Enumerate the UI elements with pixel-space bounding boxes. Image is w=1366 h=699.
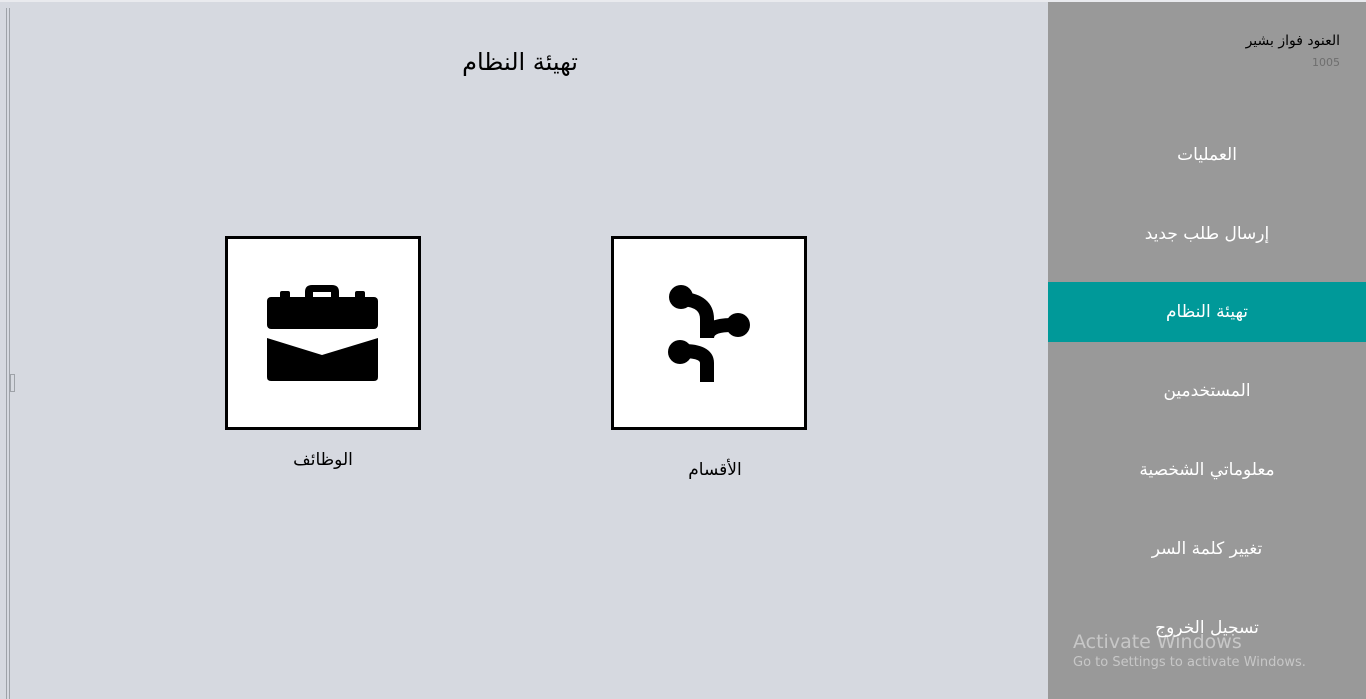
jobs-tile[interactable]	[225, 236, 421, 430]
sidebar-item-logout[interactable]: تسجيل الخروج	[1048, 598, 1366, 658]
departments-icon	[668, 285, 750, 382]
page-title: تهيئة النظام	[462, 48, 578, 76]
user-name: العنود فواز بشير	[1245, 33, 1340, 49]
sidebar-item-change-password[interactable]: تغيير كلمة السر	[1048, 519, 1366, 579]
departments-tile[interactable]	[611, 236, 807, 430]
sidebar: العنود فواز بشير 1005 العمليات إرسال طلب…	[1048, 2, 1366, 699]
sidebar-item-system-setup[interactable]: تهيئة النظام	[1048, 282, 1366, 342]
sidebar-item-new-request[interactable]: إرسال طلب جديد	[1048, 204, 1366, 264]
sidebar-item-users[interactable]: المستخدمين	[1048, 361, 1366, 421]
user-id: 1005	[1312, 56, 1340, 69]
splitter-grip[interactable]	[10, 374, 15, 392]
left-splitter[interactable]	[6, 8, 10, 699]
briefcase-icon	[267, 285, 378, 381]
sidebar-item-operations[interactable]: العمليات	[1048, 125, 1366, 185]
sidebar-item-my-profile[interactable]: معلوماتي الشخصية	[1048, 440, 1366, 500]
departments-label: الأقسام	[688, 460, 742, 480]
jobs-label: الوظائف	[293, 450, 353, 470]
